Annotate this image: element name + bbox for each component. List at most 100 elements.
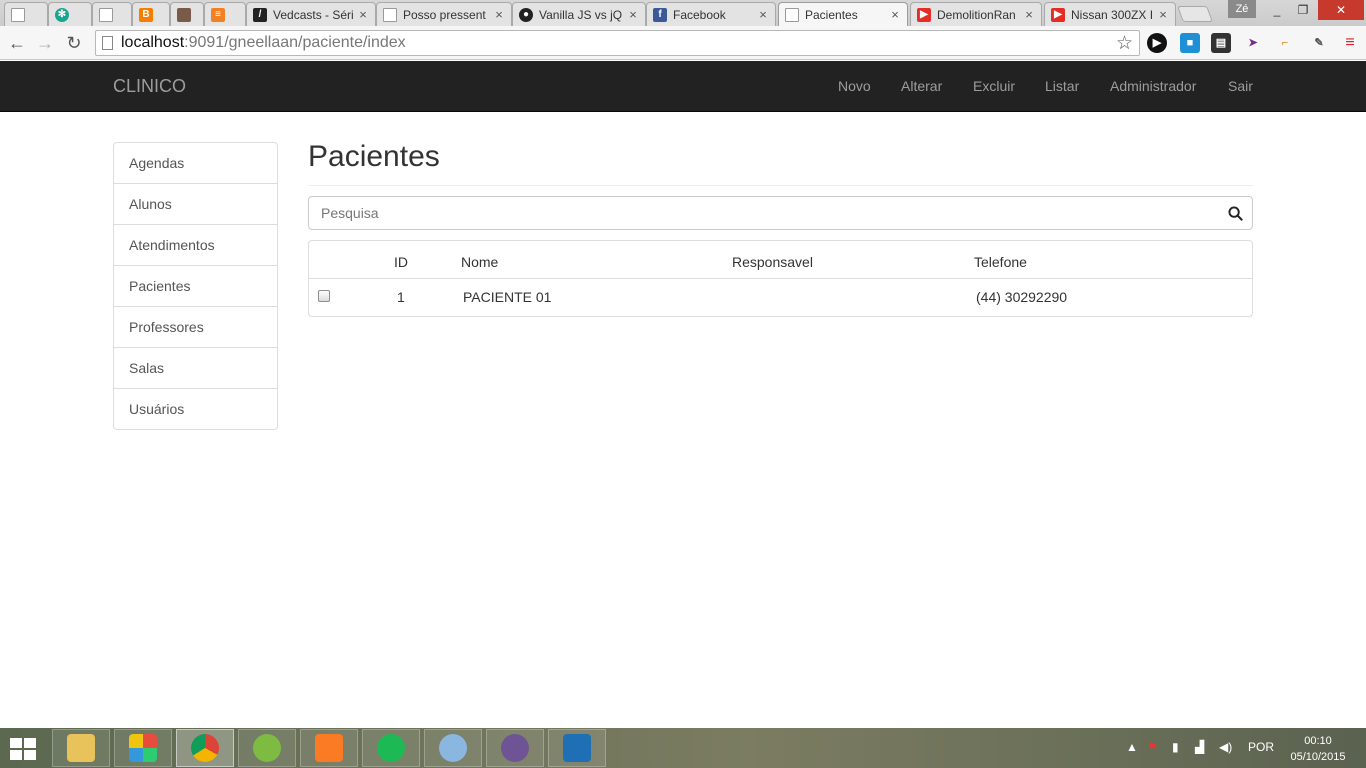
tab-close-icon[interactable]: × [627, 7, 639, 22]
sidebar-item-alunos[interactable]: Alunos [113, 183, 278, 225]
browser-tabstrip: ✻ B ≡ / Vedcasts - Séri × Posso pressent… [0, 0, 1366, 26]
tab-close-icon[interactable]: × [357, 7, 369, 22]
browser-tab[interactable]: Posso pressent × [376, 2, 512, 26]
facebook-icon: f [653, 7, 667, 22]
column-header-telefone: Telefone [974, 254, 1027, 270]
search-input[interactable] [309, 198, 1218, 228]
back-icon[interactable]: ← [6, 32, 28, 54]
url-path: :9091/gneellaan/paciente/index [184, 34, 406, 51]
windows-start-icon[interactable] [10, 738, 36, 760]
sidebar-item-atendimentos[interactable]: Atendimentos [113, 224, 278, 266]
taskbar-chrome[interactable] [176, 729, 234, 767]
sidebar-item-agendas[interactable]: Agendas [113, 142, 278, 184]
search-icon[interactable] [1218, 197, 1252, 229]
picker-extension-icon[interactable]: ✎ [1309, 33, 1329, 53]
arrow-extension-icon[interactable]: ➤ [1243, 33, 1263, 53]
window-close-icon[interactable]: ✕ [1318, 0, 1364, 20]
snowflake-icon: ✻ [55, 7, 69, 22]
browser-tab[interactable]: ✻ [48, 2, 92, 26]
tab-close-icon[interactable]: × [889, 7, 901, 22]
youtube-icon: ▶ [1051, 7, 1065, 22]
browser-tab[interactable]: B [132, 2, 170, 26]
github-icon: ● [519, 7, 533, 22]
page-icon [383, 7, 397, 22]
save-extension-icon[interactable]: ■ [1180, 33, 1200, 53]
tab-close-icon[interactable]: × [1023, 7, 1035, 22]
tab-close-icon[interactable]: × [757, 7, 769, 22]
spotify-icon [377, 734, 405, 762]
taskbar-file-explorer[interactable] [52, 729, 110, 767]
browser-tab[interactable]: / Vedcasts - Séri × [246, 2, 376, 26]
table-divider [309, 278, 1252, 279]
taskbar-github[interactable] [486, 729, 544, 767]
reload-icon[interactable]: ↻ [63, 32, 85, 54]
film-extension-icon[interactable]: ▤ [1211, 33, 1231, 53]
tab-close-icon[interactable]: × [493, 7, 505, 22]
avatar-photo-icon [177, 7, 191, 22]
browser-tab[interactable]: ● Vanilla JS vs jQ × [512, 2, 646, 26]
menu-icon[interactable]: ≡ [1340, 33, 1360, 53]
taskbar-xampp[interactable] [300, 729, 358, 767]
nav-excluir[interactable]: Excluir [973, 78, 1015, 94]
browser-tab[interactable] [4, 2, 48, 26]
apps-grid-icon [129, 734, 157, 762]
browser-tab[interactable] [170, 2, 204, 26]
browser-tab[interactable]: ≡ [204, 2, 246, 26]
sidebar-item-salas[interactable]: Salas [113, 347, 278, 389]
column-header-responsavel: Responsavel [732, 254, 813, 270]
nav-administrador[interactable]: Administrador [1110, 78, 1196, 94]
bookmark-star-icon[interactable]: ☆ [1116, 32, 1133, 55]
sidebar-item-professores[interactable]: Professores [113, 306, 278, 348]
nav-sair[interactable]: Sair [1228, 78, 1253, 94]
tab-title: Pacientes [805, 7, 858, 22]
page-icon [785, 7, 799, 22]
clock[interactable]: 00:10 05/10/2015 [1283, 733, 1353, 765]
nav-listar[interactable]: Listar [1045, 78, 1079, 94]
tab-title: Vanilla JS vs jQ [539, 7, 623, 22]
sidebar-item-usuarios[interactable]: Usuários [113, 388, 278, 430]
browser-tab-active[interactable]: Pacientes × [778, 2, 908, 26]
battery-icon[interactable]: ▮ [1172, 740, 1179, 754]
folder-icon [67, 734, 95, 762]
language-indicator[interactable]: POR [1248, 740, 1274, 754]
taskbar-powershell[interactable] [548, 729, 606, 767]
tab-title: Posso pressent [403, 7, 486, 22]
row-checkbox[interactable] [318, 290, 330, 302]
signal-icon[interactable]: ▟ [1195, 740, 1204, 754]
vedcasts-icon: / [253, 7, 267, 22]
network-x-icon[interactable]: ⚑ [1147, 740, 1158, 754]
tab-close-icon[interactable]: × [1157, 7, 1169, 22]
restore-icon[interactable]: ❐ [1290, 0, 1316, 20]
title-divider [308, 185, 1253, 186]
browser-tab[interactable]: ▶ DemolitionRan × [910, 2, 1042, 26]
play-extension-icon[interactable]: ▶ [1147, 33, 1167, 53]
forward-icon[interactable]: → [34, 32, 56, 54]
taskbar-spotify[interactable] [362, 729, 420, 767]
url-host: localhost [121, 34, 185, 51]
minimize-icon[interactable]: _ [1264, 0, 1290, 20]
search-box [308, 196, 1253, 230]
browser-tab[interactable] [92, 2, 132, 26]
tray-up-arrow-icon[interactable]: ▲ [1126, 740, 1138, 754]
nav-alterar[interactable]: Alterar [901, 78, 942, 94]
taskbar-apps[interactable] [114, 729, 172, 767]
column-header-id: ID [394, 254, 408, 270]
browser-tab[interactable]: f Facebook × [646, 2, 776, 26]
brand[interactable]: CLINICO [113, 76, 186, 97]
ruler-extension-icon[interactable]: ⌐ [1275, 33, 1295, 53]
tab-title: Nissan 300ZX I [1071, 7, 1153, 22]
nav-novo[interactable]: Novo [838, 78, 871, 94]
new-tab-button[interactable] [1177, 6, 1213, 22]
taskbar-paint[interactable] [424, 729, 482, 767]
sidebar-item-pacientes[interactable]: Pacientes [113, 265, 278, 307]
volume-icon[interactable]: ◀) [1219, 740, 1232, 754]
browser-tab[interactable]: ▶ Nissan 300ZX I × [1044, 2, 1176, 26]
column-header-nome: Nome [461, 254, 499, 270]
cell-id: 1 [397, 289, 405, 305]
tab-title: DemolitionRan [937, 7, 1016, 22]
page-icon [11, 7, 25, 22]
address-bar[interactable]: localhost:9091/gneellaan/paciente/index … [95, 30, 1140, 56]
taskbar-app[interactable] [238, 729, 296, 767]
profile-badge[interactable]: Zé [1228, 0, 1256, 18]
windows-taskbar: ▲ ⚑ ▮ ▟ ◀) POR 00:10 05/10/2015 [0, 728, 1366, 768]
